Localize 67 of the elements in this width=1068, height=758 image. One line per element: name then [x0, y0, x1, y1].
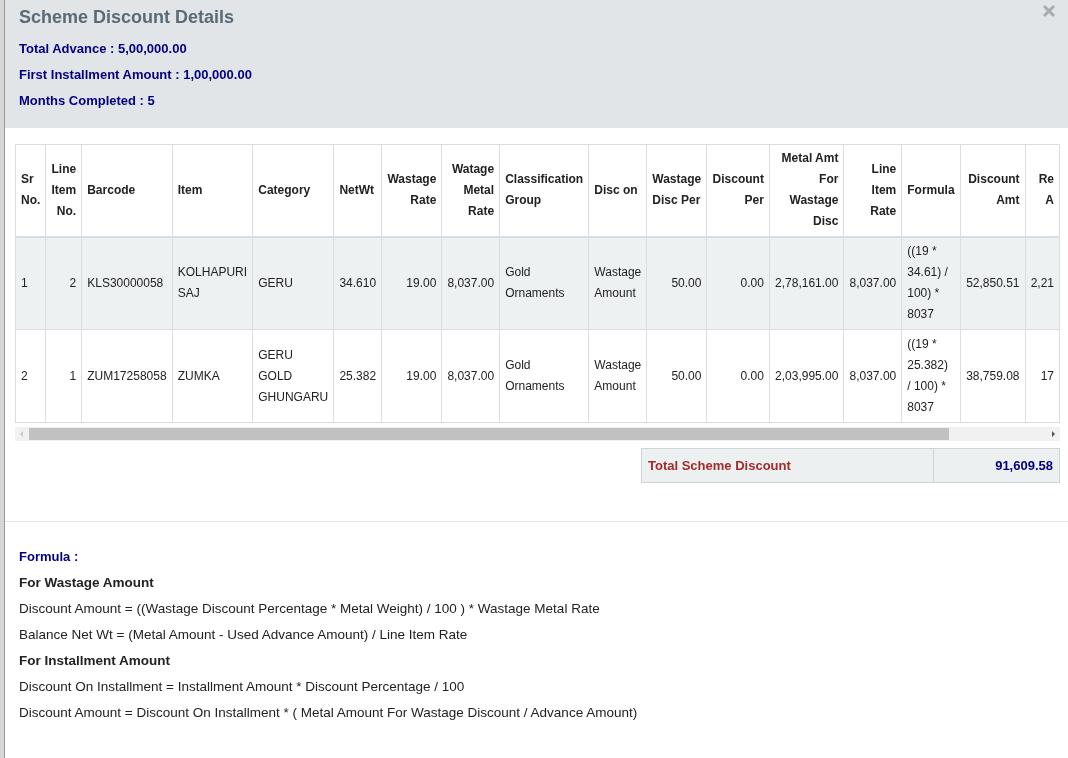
table-cell: 34.610 — [333, 236, 382, 330]
column-header: Barcode — [81, 144, 173, 237]
formula-subheading: For Wastage Amount — [19, 574, 155, 592]
total-value: 91,609.58 — [994, 457, 1054, 475]
table-cell: 2 — [45, 236, 82, 330]
column-header: Line Item No. — [45, 144, 82, 237]
table-cell: Wastage Amount — [588, 329, 647, 423]
table-cell: Gold Ornaments — [499, 236, 589, 330]
table-cell: 8,037.00 — [843, 329, 902, 423]
horizontal-scrollbar[interactable] — [15, 427, 1060, 441]
scrollbar-thumb[interactable] — [29, 428, 949, 440]
column-header: Watage Metal Rate — [441, 144, 500, 237]
table-cell: 50.00 — [646, 329, 707, 423]
formula-line: Balance Net Wt = (Metal Amount - Used Advance Amount) / Line Item Rate — [19, 626, 469, 644]
table-cell: 2 — [15, 329, 46, 423]
column-header: Disc on — [588, 144, 647, 237]
table-cell: 2,03,995.00 — [769, 329, 844, 423]
column-header: Wastage Rate — [381, 144, 442, 237]
table-cell: 1 — [45, 329, 82, 423]
table-cell: 8,037.00 — [441, 329, 500, 423]
table-cell: 19.00 — [381, 329, 442, 423]
table-cell: 8,037.00 — [843, 236, 902, 330]
column-header: Classification Group — [499, 144, 589, 237]
table-cell: 2,21 — [1025, 236, 1060, 330]
table-cell: 17 — [1025, 329, 1060, 423]
table-cell: 0.00 — [706, 236, 770, 330]
table-cell: KOLHAPURI SAJ — [172, 236, 253, 330]
column-header: Sr No. — [15, 144, 46, 237]
table-cell: ZUM17258058 — [81, 329, 173, 423]
column-header: Category — [252, 144, 334, 237]
table-cell: 19.00 — [381, 236, 442, 330]
table-cell: ((19 * 25.382) / 100) * 8037 — [901, 329, 961, 423]
close-icon[interactable] — [1042, 4, 1056, 18]
formula-subheading: For Installment Amount — [19, 652, 171, 670]
total-label: Total Scheme Discount — [642, 449, 934, 482]
table-cell: GERU — [252, 236, 334, 330]
summary-line: Total Advance : 5,00,000.00 — [19, 40, 187, 58]
table-cell: 38,759.08 — [960, 329, 1026, 423]
column-header: Line Item Rate — [843, 144, 902, 237]
table-cell: Wastage Amount — [588, 236, 647, 330]
table-cell: GERU GOLD GHUNGARU — [252, 329, 334, 423]
column-header: Re A — [1025, 144, 1060, 237]
table-cell: ((19 * 34.61) / 100) * 8037 — [901, 236, 961, 330]
table-cell: Gold Ornaments — [499, 329, 589, 423]
summary-line: First Installment Amount : 1,00,000.00 — [19, 66, 252, 84]
column-header: Item — [172, 144, 253, 237]
table-cell: 0.00 — [706, 329, 770, 423]
formula-heading: Formula : — [19, 548, 80, 566]
formula-line: Discount Amount = Discount On Installment * ( Metal Amount For Wastage Discount / Advance Amount) — [19, 704, 639, 722]
dialog-title: Scheme Discount Details — [19, 6, 235, 28]
table-cell: 25.382 — [333, 329, 382, 423]
column-header: Metal Amt For Wastage Disc — [769, 144, 844, 237]
table-cell: KLS30000058 — [81, 236, 173, 330]
table-cell: 50.00 — [646, 236, 707, 330]
table-cell: 1 — [15, 236, 46, 330]
column-header: NetWt — [333, 144, 382, 237]
table-cell: ZUMKA — [172, 329, 253, 423]
summary-line: Months Completed : 5 — [19, 92, 155, 110]
table-cell: 2,78,161.00 — [769, 236, 844, 330]
column-header: Wastage Disc Per — [646, 144, 707, 237]
column-header: Discount Amt — [960, 144, 1026, 237]
formula-line: Discount Amount = ((Wastage Discount Percentage * Metal Weight) / 100 ) * Wastage Metal Rate — [19, 600, 601, 618]
formula-line: Discount On Installment = Installment Amount * Discount Percentage / 100 — [19, 678, 466, 696]
column-header: Discount Per — [706, 144, 770, 237]
table-cell: 52,850.51 — [960, 236, 1026, 330]
table-cell: 8,037.00 — [441, 236, 500, 330]
column-header: Formula — [901, 144, 961, 237]
